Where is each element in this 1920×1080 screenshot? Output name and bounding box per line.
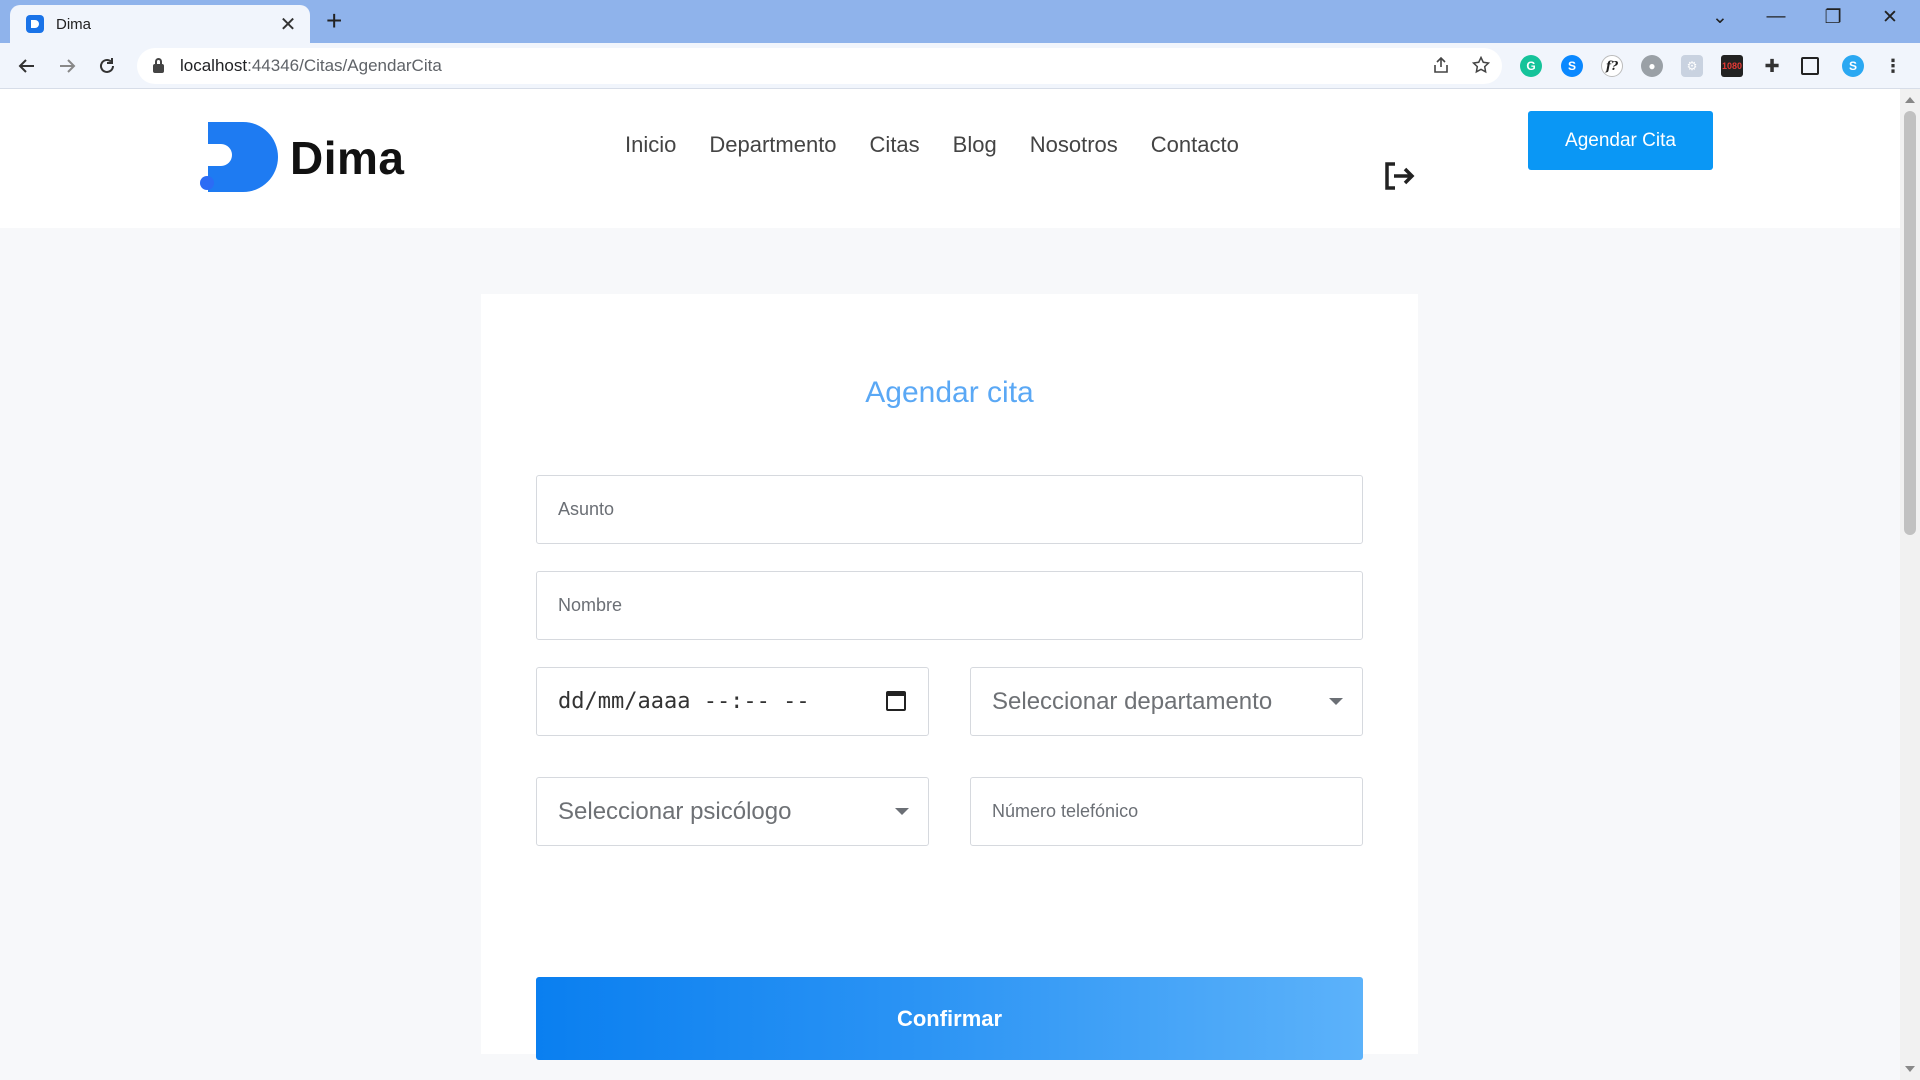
calendar-icon[interactable] xyxy=(886,691,906,711)
menu-icon[interactable]: ⋮ xyxy=(1882,55,1904,77)
forward-icon[interactable] xyxy=(50,49,84,83)
tab-title: Dima xyxy=(56,15,92,33)
browser-tabstrip: Dima ✕ + ⌄ — ❐ ✕ xyxy=(0,0,1920,43)
agendar-cita-button[interactable]: Agendar Cita xyxy=(1528,111,1713,170)
formula-icon[interactable]: f? xyxy=(1601,55,1623,77)
main-nav: Inicio Departmento Citas Blog Nosotros C… xyxy=(625,132,1239,158)
scroll-down-icon[interactable] xyxy=(1905,1066,1915,1072)
nav-nosotros[interactable]: Nosotros xyxy=(1030,132,1118,158)
form-title: Agendar cita xyxy=(865,376,1034,409)
datetime-value: dd/mm/aaaa --:-- -- xyxy=(558,689,810,714)
web-page: Dima Inicio Departmento Citas Blog Nosot… xyxy=(0,89,1900,1080)
profile-icon[interactable]: S xyxy=(1842,55,1864,77)
asunto-input[interactable]: Asunto xyxy=(536,475,1363,544)
page-scrollbar[interactable] xyxy=(1900,89,1920,1080)
grammarly-icon[interactable]: G xyxy=(1520,55,1542,77)
chevron-down-icon xyxy=(1329,698,1343,705)
chevron-down-icon xyxy=(895,808,909,815)
scroll-up-icon[interactable] xyxy=(1905,97,1915,103)
url-host: localhost xyxy=(180,56,248,75)
scroll-thumb[interactable] xyxy=(1904,111,1916,535)
sidebar-icon[interactable] xyxy=(1801,57,1819,75)
dima-logo-icon xyxy=(196,122,278,194)
restore-button[interactable]: ❐ xyxy=(1813,6,1853,29)
nav-departmento[interactable]: Departmento xyxy=(709,132,836,158)
departamento-select[interactable]: Seleccionar departamento xyxy=(970,667,1363,736)
puzzle-icon[interactable]: ✚ xyxy=(1761,55,1783,77)
site-logo[interactable]: Dima xyxy=(196,122,404,194)
share-icon[interactable] xyxy=(1432,56,1450,79)
new-tab-button[interactable]: + xyxy=(326,7,342,35)
telefono-input[interactable]: Número telefónico xyxy=(970,777,1363,846)
browser-tab[interactable]: Dima ✕ xyxy=(10,5,310,43)
back-icon[interactable] xyxy=(10,49,44,83)
shazam-icon[interactable]: S xyxy=(1561,55,1583,77)
logout-icon[interactable] xyxy=(1382,159,1416,193)
browser-toolbar: localhost:44346/Citas/AgendarCita G S f?… xyxy=(0,43,1920,89)
dima-favicon-icon xyxy=(26,15,44,33)
nav-citas[interactable]: Citas xyxy=(870,132,920,158)
address-bar[interactable]: localhost:44346/Citas/AgendarCita xyxy=(137,48,1502,84)
tab-close-icon[interactable]: ✕ xyxy=(278,12,298,37)
appointment-form-card: Agendar cita Asunto Nombre dd/mm/aaaa --… xyxy=(481,294,1418,1060)
nav-blog[interactable]: Blog xyxy=(953,132,997,158)
tab-search-icon[interactable]: ⌄ xyxy=(1700,6,1740,29)
1080-extension-icon[interactable]: 1080 xyxy=(1721,55,1743,77)
nav-inicio[interactable]: Inicio xyxy=(625,132,676,158)
url-path: :44346/Citas/AgendarCita xyxy=(247,56,442,75)
bug-icon[interactable]: ● xyxy=(1641,55,1663,77)
nav-contacto[interactable]: Contacto xyxy=(1151,132,1239,158)
close-window-button[interactable]: ✕ xyxy=(1870,6,1910,29)
confirmar-button[interactable]: Confirmar xyxy=(536,977,1363,1060)
departamento-placeholder: Seleccionar departamento xyxy=(992,687,1273,715)
minimize-button[interactable]: — xyxy=(1756,6,1796,28)
bookmark-star-icon[interactable] xyxy=(1471,55,1491,79)
gear-extension-icon[interactable]: ⚙ xyxy=(1681,55,1703,77)
logo-text: Dima xyxy=(290,132,405,184)
reload-icon[interactable] xyxy=(90,49,124,83)
psicologo-placeholder: Seleccionar psicólogo xyxy=(558,797,792,825)
psicologo-select[interactable]: Seleccionar psicólogo xyxy=(536,777,929,846)
nombre-input[interactable]: Nombre xyxy=(536,571,1363,640)
datetime-input[interactable]: dd/mm/aaaa --:-- -- xyxy=(536,667,929,736)
site-header: Dima Inicio Departmento Citas Blog Nosot… xyxy=(0,89,1900,228)
lock-icon xyxy=(153,57,164,73)
